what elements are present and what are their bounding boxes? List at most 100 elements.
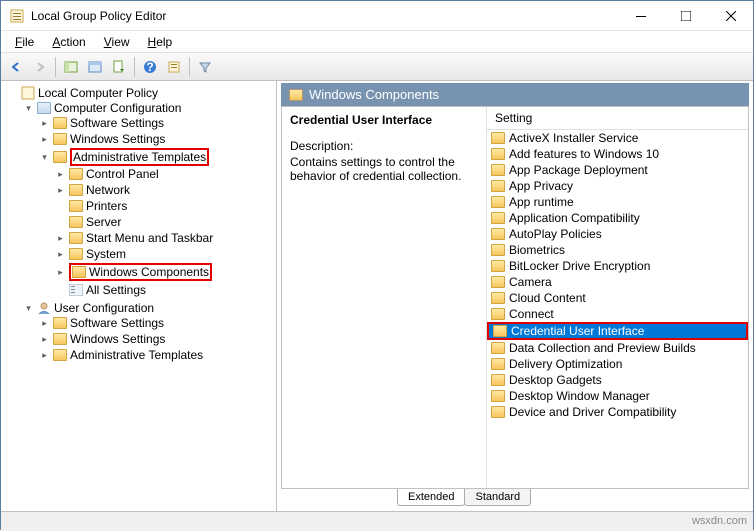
tree-label: Network	[86, 183, 130, 197]
tree-user-config[interactable]: ▾ User Configuration	[23, 301, 276, 315]
help-button[interactable]: ?	[139, 56, 161, 78]
list-item-label: Desktop Gadgets	[509, 373, 602, 387]
folder-icon	[491, 196, 505, 208]
list-item[interactable]: AutoPlay Policies	[487, 226, 748, 242]
tree-label: Server	[86, 215, 121, 229]
list-item-label: App Package Deployment	[509, 163, 648, 177]
filter-button[interactable]	[194, 56, 216, 78]
chevron-right-icon[interactable]: ▸	[55, 267, 66, 278]
toolbar-separator	[189, 57, 190, 77]
chevron-right-icon[interactable]: ▸	[39, 318, 50, 329]
tree-network[interactable]: ▸ Network	[55, 183, 276, 197]
tree-control-panel[interactable]: ▸Control Panel	[55, 167, 276, 181]
column-header-setting[interactable]: Setting	[487, 107, 748, 130]
list-item[interactable]: BitLocker Drive Encryption	[487, 258, 748, 274]
tree-user-software[interactable]: ▸Software Settings	[39, 316, 276, 330]
description-text: Contains settings to control the behavio…	[290, 155, 478, 183]
folder-icon	[491, 212, 505, 224]
chevron-right-icon[interactable]: ▸	[39, 118, 50, 129]
tree-software-settings[interactable]: ▸Software Settings	[39, 116, 276, 130]
tree-windows-components[interactable]: ▸Windows Components	[55, 263, 276, 281]
folder-icon	[69, 184, 83, 196]
tree-windows-settings[interactable]: ▸Windows Settings	[39, 132, 276, 146]
tree-admin-templates[interactable]: ▾Administrative Templates	[39, 148, 276, 166]
list-item-label: Delivery Optimization	[509, 357, 622, 371]
chevron-right-icon[interactable]: ▸	[55, 169, 66, 180]
list-item[interactable]: App Privacy	[487, 178, 748, 194]
list-item[interactable]: App Package Deployment	[487, 162, 748, 178]
tab-extended[interactable]: Extended	[397, 489, 465, 506]
settings-list[interactable]: ActiveX Installer ServiceAdd features to…	[487, 130, 748, 488]
menu-help[interactable]: Help	[140, 33, 181, 51]
chevron-down-icon[interactable]	[7, 88, 18, 99]
properties-button[interactable]	[84, 56, 106, 78]
folder-icon	[493, 325, 507, 337]
chevron-right-icon[interactable]: ▸	[55, 233, 66, 244]
export-list-button[interactable]	[108, 56, 130, 78]
list-item[interactable]: Delivery Optimization	[487, 356, 748, 372]
list-item[interactable]: Cloud Content	[487, 290, 748, 306]
chevron-right-icon[interactable]: ▸	[39, 134, 50, 145]
tree-computer-config[interactable]: ▾ Computer Configuration	[23, 101, 276, 115]
tree-printers[interactable]: Printers	[55, 199, 276, 213]
tree-label: Administrative Templates	[70, 348, 203, 362]
folder-icon	[69, 248, 83, 260]
tree-label: Computer Configuration	[54, 101, 181, 115]
chevron-right-icon[interactable]: ▸	[39, 350, 50, 361]
titlebar: Local Group Policy Editor	[1, 1, 753, 31]
tree-label: All Settings	[86, 283, 146, 297]
tree-system[interactable]: ▸System	[55, 247, 276, 261]
list-item-label: AutoPlay Policies	[509, 227, 602, 241]
toolbar: ?	[1, 53, 753, 81]
chevron-right-icon[interactable]: ▸	[55, 185, 66, 196]
chevron-down-icon[interactable]: ▾	[23, 303, 34, 314]
list-item[interactable]: ActiveX Installer Service	[487, 130, 748, 146]
description-column: Credential User Interface Description: C…	[282, 107, 487, 488]
close-button[interactable]	[708, 1, 753, 30]
list-item[interactable]: Credential User Interface	[487, 322, 748, 340]
list-item[interactable]: App runtime	[487, 194, 748, 210]
menu-action[interactable]: Action	[44, 33, 93, 51]
show-hide-tree-button[interactable]	[60, 56, 82, 78]
policy-button[interactable]	[163, 56, 185, 78]
chevron-right-icon[interactable]: ▸	[55, 249, 66, 260]
list-item[interactable]: Connect	[487, 306, 748, 322]
back-button[interactable]	[5, 56, 27, 78]
list-item[interactable]: Data Collection and Preview Builds	[487, 340, 748, 356]
toolbar-separator	[55, 57, 56, 77]
chevron-down-icon[interactable]: ▾	[39, 152, 50, 163]
svg-text:?: ?	[146, 60, 153, 74]
tab-standard[interactable]: Standard	[464, 489, 531, 506]
forward-button[interactable]	[29, 56, 51, 78]
folder-icon	[491, 406, 505, 418]
folder-icon	[491, 260, 505, 272]
user-icon	[37, 301, 51, 315]
folder-icon	[491, 390, 505, 402]
tree-all-settings[interactable]: All Settings	[55, 283, 276, 297]
list-item[interactable]: Camera	[487, 274, 748, 290]
list-item-label: Device and Driver Compatibility	[509, 405, 676, 419]
tree-root[interactable]: Local Computer Policy	[7, 86, 276, 100]
list-item[interactable]: Device and Driver Compatibility	[487, 404, 748, 420]
tree-user-windows[interactable]: ▸Windows Settings	[39, 332, 276, 346]
menu-file[interactable]: File	[7, 33, 42, 51]
tree-pane[interactable]: Local Computer Policy ▾ Computer Configu…	[1, 81, 277, 511]
minimize-button[interactable]	[618, 1, 663, 30]
tree-server[interactable]: Server	[55, 215, 276, 229]
menu-view[interactable]: View	[96, 33, 138, 51]
list-item[interactable]: Desktop Gadgets	[487, 372, 748, 388]
list-item[interactable]: Add features to Windows 10	[487, 146, 748, 162]
folder-icon	[491, 132, 505, 144]
list-item[interactable]: Biometrics	[487, 242, 748, 258]
tree-start-menu[interactable]: ▸Start Menu and Taskbar	[55, 231, 276, 245]
chevron-right-icon[interactable]: ▸	[39, 334, 50, 345]
tree-user-admin[interactable]: ▸ Administrative Templates	[39, 348, 276, 362]
maximize-button[interactable]	[663, 1, 708, 30]
list-item[interactable]: Application Compatibility	[487, 210, 748, 226]
folder-icon	[69, 232, 83, 244]
chevron-down-icon[interactable]: ▾	[23, 103, 34, 114]
list-item-label: App runtime	[509, 195, 574, 209]
menubar: FileActionViewHelp	[1, 31, 753, 53]
list-item[interactable]: Desktop Window Manager	[487, 388, 748, 404]
list-item-label: Add features to Windows 10	[509, 147, 659, 161]
